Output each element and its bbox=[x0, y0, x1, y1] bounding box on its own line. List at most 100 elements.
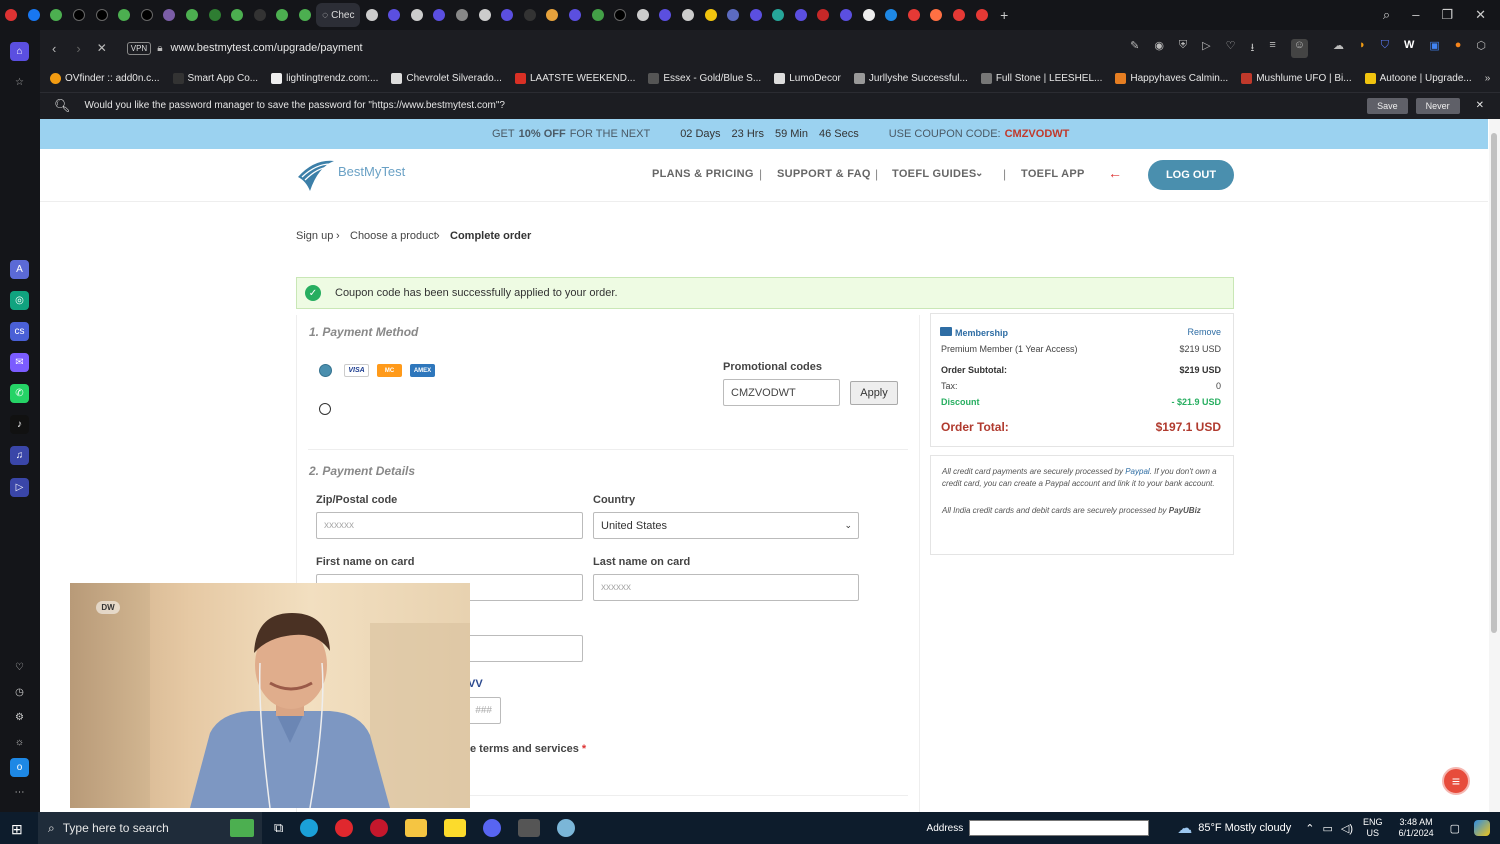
more-icon[interactable]: ⋯ bbox=[10, 783, 29, 802]
tab-10[interactable] bbox=[249, 3, 272, 27]
tab-34[interactable] bbox=[835, 3, 858, 27]
vpn-shield-icon[interactable]: ⛉ bbox=[1381, 39, 1389, 58]
restore-icon[interactable]: ❐ bbox=[1441, 7, 1453, 23]
tab-12[interactable] bbox=[294, 3, 317, 27]
forward-icon[interactable]: › bbox=[76, 41, 80, 56]
scrollbar-thumb[interactable] bbox=[1491, 133, 1497, 633]
logout-button[interactable]: LOG OUT bbox=[1148, 160, 1234, 190]
metamask-icon[interactable]: ● bbox=[1455, 39, 1462, 58]
send-icon[interactable]: ▷ bbox=[1202, 39, 1210, 58]
zip-input[interactable]: xxxxxx bbox=[316, 512, 583, 539]
page-scrollbar[interactable] bbox=[1489, 119, 1500, 812]
tab-27[interactable] bbox=[677, 3, 700, 27]
tray-chevron-icon[interactable]: ⌃ bbox=[1305, 822, 1314, 835]
tab-11[interactable] bbox=[271, 3, 294, 27]
heart-outline-icon[interactable]: ♡ bbox=[1226, 39, 1236, 58]
profile-icon[interactable]: ☺ bbox=[1290, 38, 1309, 58]
remove-link[interactable]: Remove bbox=[1187, 327, 1221, 337]
edge-icon[interactable] bbox=[300, 819, 319, 837]
tab-38[interactable] bbox=[925, 3, 948, 27]
nav-support-faq[interactable]: SUPPORT & FAQ bbox=[777, 168, 871, 180]
arrow-left-icon[interactable]: ← bbox=[1108, 165, 1122, 181]
tab-29[interactable] bbox=[722, 3, 745, 27]
never-save-button[interactable]: Never bbox=[1415, 97, 1460, 114]
apply-button[interactable]: Apply bbox=[850, 381, 898, 405]
wordtune-icon[interactable]: W bbox=[1404, 39, 1414, 58]
country-select[interactable]: United States ⌄ bbox=[593, 512, 859, 539]
chat-widget-button[interactable]: ≡ bbox=[1442, 767, 1470, 795]
whatsapp-icon[interactable]: ✆ bbox=[10, 384, 29, 403]
tab-37[interactable] bbox=[903, 3, 926, 27]
bookmarks-overflow-icon[interactable]: » bbox=[1485, 73, 1491, 84]
last-name-input[interactable]: xxxxxx bbox=[593, 574, 859, 601]
app-icon[interactable] bbox=[557, 819, 576, 837]
tab-23[interactable] bbox=[586, 3, 609, 27]
radio-paypal[interactable] bbox=[319, 403, 331, 415]
tab-2[interactable] bbox=[68, 3, 91, 27]
bookmark-item[interactable]: Autoone | Upgrade... bbox=[1364, 72, 1472, 84]
promo-code-input[interactable]: CMZVODWT bbox=[723, 379, 840, 406]
tab-39[interactable] bbox=[948, 3, 971, 27]
weather-icon[interactable]: ☁ bbox=[1177, 819, 1192, 837]
tab-4[interactable] bbox=[113, 3, 136, 27]
windows-start-icon[interactable]: ⊞ bbox=[11, 821, 23, 838]
breadcrumb-signup[interactable]: Sign up bbox=[296, 230, 333, 242]
network-icon[interactable]: ▭ bbox=[1323, 822, 1333, 835]
tab-19[interactable] bbox=[496, 3, 519, 27]
bookmark-item[interactable]: LAATSTE WEEKEND... bbox=[514, 72, 635, 84]
tab-active[interactable]: ◌ Chec bbox=[316, 3, 361, 27]
volume-icon[interactable]: ◁) bbox=[1341, 822, 1353, 835]
url-field[interactable]: www.bestmytest.com/upgrade/payment bbox=[171, 42, 363, 54]
bookmark-item[interactable]: LumoDecor bbox=[774, 72, 841, 84]
radio-card-selected[interactable] bbox=[319, 364, 332, 377]
webcam-overlay[interactable]: DW bbox=[70, 583, 470, 808]
bookmark-item[interactable]: Mushlume UFO | Bi... bbox=[1241, 72, 1352, 84]
bookmark-item[interactable]: Essex - Gold/Blue S... bbox=[648, 72, 761, 84]
tab-14[interactable] bbox=[383, 3, 406, 27]
history-icon[interactable]: ◷ bbox=[10, 683, 29, 702]
tab-32[interactable] bbox=[790, 3, 813, 27]
download-icon[interactable]: ⭳ bbox=[1251, 39, 1255, 58]
messenger-icon[interactable]: ✉ bbox=[10, 353, 29, 372]
heart-icon[interactable]: ♡ bbox=[10, 658, 29, 677]
translate-icon[interactable]: ▣ bbox=[1429, 39, 1439, 58]
tab-21[interactable] bbox=[541, 3, 564, 27]
copilot-icon[interactable] bbox=[1474, 820, 1490, 836]
tiktok-icon[interactable]: ♪ bbox=[10, 415, 29, 434]
headphones-icon[interactable]: ◗ bbox=[1359, 39, 1366, 58]
language-indicator[interactable]: ENG US bbox=[1363, 817, 1383, 839]
tab-9[interactable] bbox=[226, 3, 249, 27]
shield-icon[interactable]: ⛨ bbox=[1179, 39, 1187, 58]
home-icon[interactable]: ⌂ bbox=[10, 42, 29, 61]
tab-33[interactable] bbox=[812, 3, 835, 27]
tab-28[interactable] bbox=[699, 3, 722, 27]
nav-toefl-app[interactable]: TOEFL APP bbox=[1021, 168, 1085, 180]
breadcrumb-choose-product[interactable]: Choose a product bbox=[350, 230, 437, 242]
tab-search-icon[interactable]: ⌕ bbox=[1383, 7, 1390, 23]
task-view-icon[interactable]: ⧉ bbox=[274, 820, 283, 836]
speed-dial-icon[interactable]: ☆ bbox=[10, 73, 29, 92]
tab-35[interactable] bbox=[857, 3, 880, 27]
edit-icon[interactable]: ✎ bbox=[1130, 39, 1139, 58]
player-icon[interactable]: ♫ bbox=[10, 446, 29, 465]
bookmark-item[interactable]: Jurllyshe Successful... bbox=[853, 72, 968, 84]
new-tab-icon[interactable]: + bbox=[993, 3, 1016, 27]
tab-6[interactable] bbox=[158, 3, 181, 27]
tab-8[interactable] bbox=[203, 3, 226, 27]
chatgpt-icon[interactable]: ◎ bbox=[10, 291, 29, 310]
minimize-icon[interactable]: – bbox=[1412, 7, 1419, 23]
aria-icon[interactable]: A bbox=[10, 260, 29, 279]
bulb-icon[interactable]: ☼ bbox=[10, 733, 29, 752]
menu-icon[interactable]: ≡ bbox=[1269, 39, 1275, 58]
sticky-notes-icon[interactable] bbox=[444, 819, 467, 837]
taskbar-search[interactable]: ⌕ Type here to search bbox=[38, 812, 262, 844]
tab-20[interactable] bbox=[518, 3, 541, 27]
tab-22[interactable] bbox=[564, 3, 587, 27]
tab-15[interactable] bbox=[406, 3, 429, 27]
tab-31[interactable] bbox=[767, 3, 790, 27]
camera-icon[interactable]: ◉ bbox=[1154, 39, 1164, 58]
tab-5[interactable] bbox=[136, 3, 159, 27]
logo[interactable]: BestMyTest bbox=[296, 155, 405, 193]
file-explorer-icon[interactable] bbox=[405, 819, 428, 837]
paypal-link[interactable]: Paypal bbox=[1125, 467, 1149, 476]
